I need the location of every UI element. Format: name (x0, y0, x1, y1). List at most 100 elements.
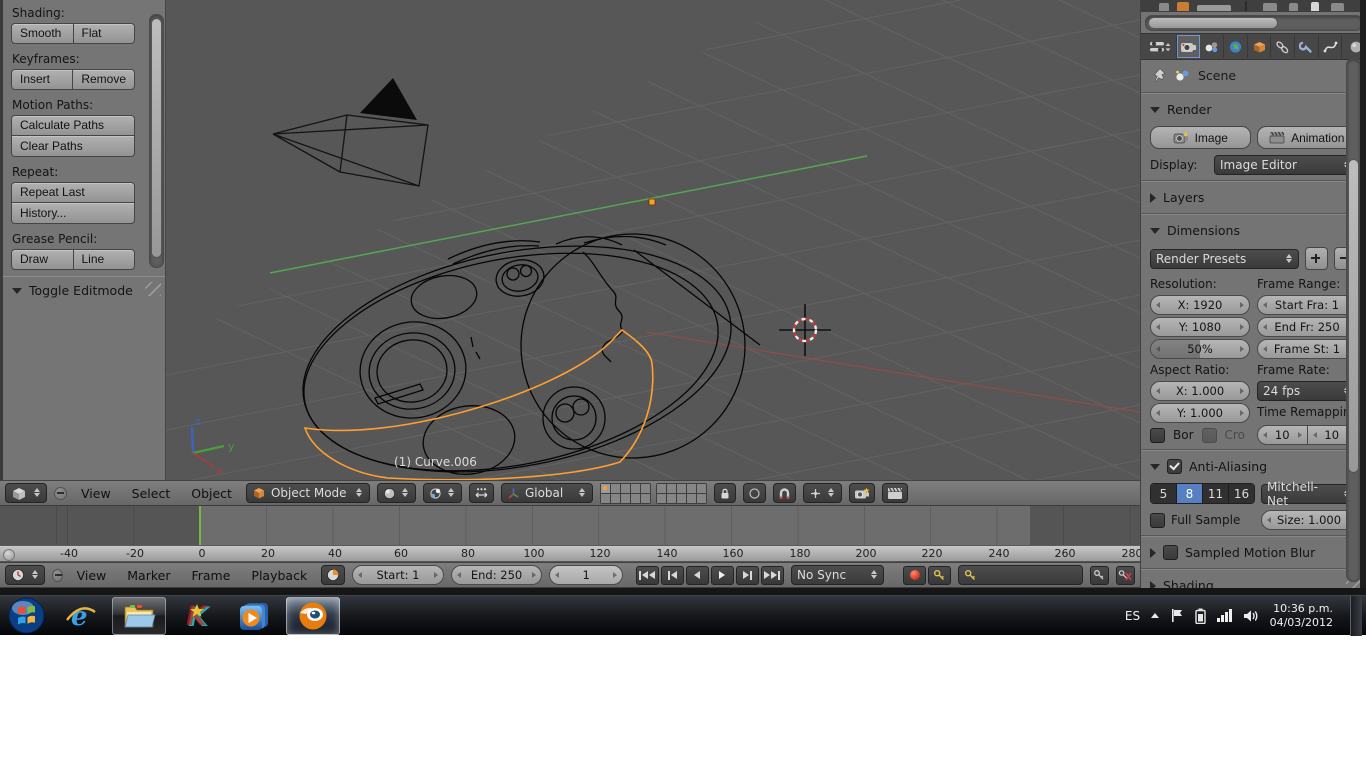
frame-step-field[interactable]: Frame St: 1 (1257, 339, 1357, 359)
layers-group-1[interactable] (599, 482, 651, 504)
aa-samples-16[interactable]: 16 (1229, 484, 1254, 503)
render-panel-header[interactable]: Render (1141, 96, 1366, 123)
toggle-editmode-panel-header[interactable]: Toggle Editmode (3, 276, 165, 304)
remap-old-field[interactable]: 10 (1257, 425, 1308, 445)
manipulator-toggle-button[interactable] (468, 483, 494, 503)
autokey-mode-button[interactable] (928, 565, 952, 585)
motion-blur-checkbox[interactable] (1163, 545, 1178, 560)
current-frame-field[interactable]: 1 (549, 565, 623, 585)
tab-object-data[interactable] (1319, 35, 1343, 58)
select-menu[interactable]: Select (125, 486, 178, 501)
taskbar-media-player[interactable] (228, 597, 282, 635)
render-image-button[interactable]: Image (1150, 126, 1251, 149)
snap-toggle-button[interactable] (772, 483, 796, 503)
keying-set-field[interactable] (958, 565, 1083, 585)
network-signal-icon[interactable] (1217, 609, 1232, 622)
proportional-edit-button[interactable] (742, 483, 766, 503)
play-button[interactable] (710, 565, 734, 585)
camera-object[interactable] (272, 78, 429, 187)
aa-filter-dropdown[interactable]: Mitchell-Net (1261, 480, 1357, 508)
battery-icon[interactable] (1195, 608, 1206, 624)
properties-hscrollbar-thumb[interactable] (1148, 17, 1278, 29)
opengl-render-image-button[interactable] (848, 483, 875, 503)
add-preset-button[interactable] (1305, 247, 1328, 270)
resolution-percent-slider[interactable]: 50% (1150, 339, 1250, 359)
border-checkbox[interactable] (1150, 427, 1165, 443)
properties-scrollbar[interactable] (1346, 58, 1361, 582)
panel-grip-icon[interactable] (145, 282, 161, 296)
next-keyframe-button[interactable] (735, 565, 759, 585)
dimensions-panel-header[interactable]: Dimensions (1141, 217, 1366, 244)
smooth-button[interactable]: Smooth (11, 23, 74, 44)
transform-orientation-dropdown[interactable]: Global (500, 483, 593, 503)
anti-aliasing-checkbox[interactable] (1167, 459, 1182, 474)
editor-type-button[interactable] (5, 483, 47, 503)
curve-object[interactable] (284, 213, 761, 480)
timeline-playback-menu[interactable]: Playback (244, 568, 314, 583)
frame-start-field[interactable]: Start Fra: 1 (1257, 295, 1357, 315)
motion-blur-panel-header[interactable]: Sampled Motion Blur (1141, 539, 1366, 566)
timeline-editor-type-button[interactable] (5, 565, 45, 585)
remove-keyframe-button[interactable]: Remove (73, 69, 135, 90)
aa-size-field[interactable]: Size: 1.000 (1261, 510, 1357, 530)
layers-panel-header[interactable]: Layers (1141, 184, 1366, 211)
jump-to-start-button[interactable] (635, 565, 659, 585)
timeline-tracks[interactable] (0, 506, 1140, 545)
toolshelf-scrollbar-thumb[interactable] (151, 18, 162, 258)
selected-curve[interactable] (303, 328, 654, 480)
volume-icon[interactable] (1243, 609, 1259, 623)
resolution-y-field[interactable]: Y: 1080 (1150, 317, 1250, 337)
clock[interactable]: 10:36 p.m. 04/03/2012 (1270, 602, 1339, 630)
previous-keyframe-button[interactable] (660, 565, 684, 585)
history-button[interactable]: History... (11, 203, 135, 224)
properties-editor-type-button[interactable] (1144, 35, 1177, 58)
pivot-point-dropdown[interactable] (422, 483, 462, 503)
action-center-flag-icon[interactable] (1170, 608, 1184, 623)
render-presets-dropdown[interactable]: Render Presets (1150, 248, 1299, 269)
viewport-shading-dropdown[interactable] (376, 483, 416, 503)
tab-modifiers[interactable] (1295, 35, 1319, 58)
timeline-collapse-menus-icon[interactable] (52, 568, 63, 582)
hidden-icons-arrow-icon[interactable] (1151, 613, 1160, 618)
snap-element-dropdown[interactable] (802, 483, 842, 503)
tab-scene[interactable] (1200, 35, 1225, 58)
crop-checkbox[interactable] (1201, 427, 1217, 443)
aspect-x-field[interactable]: X: 1.000 (1150, 381, 1250, 401)
play-reverse-button[interactable] (685, 565, 709, 585)
show-desktop-button[interactable] (1350, 595, 1362, 636)
anti-aliasing-panel-header[interactable]: Anti-Aliasing (1141, 453, 1366, 480)
calculate-paths-button[interactable]: Calculate Paths (11, 115, 135, 136)
timeline-ruler[interactable]: -40 -20 0 20 40 60 80 100 120 140 160 18… (0, 545, 1143, 562)
layers-group-2[interactable] (655, 482, 707, 504)
pin-icon[interactable] (1151, 67, 1167, 83)
render-animation-button[interactable]: Animation (1256, 126, 1357, 149)
jump-to-end-button[interactable] (760, 565, 784, 585)
frame-end-field[interactable]: End Fr: 250 (1257, 317, 1357, 337)
toolshelf-scrollbar[interactable] (149, 14, 164, 268)
insert-keyframe-button[interactable]: Insert (11, 69, 74, 90)
properties-hscrollbar[interactable] (1145, 14, 1363, 31)
opengl-render-animation-button[interactable] (881, 483, 908, 503)
frame-rate-dropdown[interactable]: 24 fps (1257, 381, 1357, 401)
layers-widget[interactable] (599, 482, 707, 504)
object-menu[interactable]: Object (184, 486, 239, 501)
taskbar-k-app[interactable]: K K (170, 597, 224, 635)
timeline-marker-menu[interactable]: Marker (120, 568, 177, 583)
language-indicator[interactable]: ES (1125, 609, 1140, 623)
display-dropdown[interactable]: Image Editor (1214, 155, 1357, 175)
sync-dropdown[interactable]: No Sync (790, 565, 885, 585)
repeat-last-button[interactable]: Repeat Last (11, 182, 135, 203)
aspect-y-field[interactable]: Y: 1.000 (1150, 403, 1250, 423)
end-frame-field[interactable]: End: 250 (450, 565, 543, 585)
timeline-frame-menu[interactable]: Frame (184, 568, 237, 583)
start-frame-field[interactable]: Start: 1 (352, 565, 444, 585)
aa-samples-8[interactable]: 8 (1177, 484, 1203, 503)
viewport-3d[interactable]: z y x (1) Curve.006 (166, 0, 1140, 480)
aa-samples-11[interactable]: 11 (1203, 484, 1229, 503)
taskbar-blender[interactable] (286, 596, 340, 635)
taskbar-windows-explorer[interactable] (112, 596, 166, 635)
clear-paths-button[interactable]: Clear Paths (11, 136, 135, 157)
collapse-menus-icon[interactable] (54, 486, 67, 500)
grease-line-button[interactable]: Line (73, 249, 135, 270)
breadcrumb-scene-label[interactable]: Scene (1198, 68, 1236, 83)
